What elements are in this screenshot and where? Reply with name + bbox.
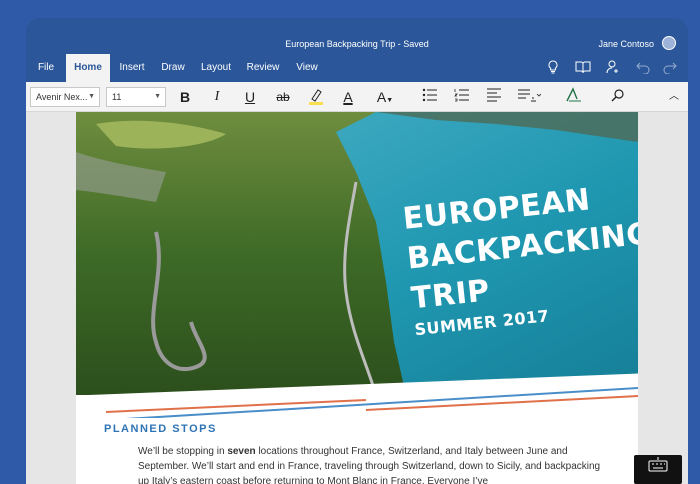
styles-icon[interactable] <box>564 87 584 107</box>
document-title: European Backpacking Trip - Saved <box>285 39 429 49</box>
chevron-down-icon: ▼ <box>154 93 161 100</box>
tab-review[interactable]: Review <box>242 54 284 82</box>
text-style-button[interactable]: A▼ <box>372 87 398 107</box>
body-paragraph[interactable]: We’ll be stopping in seven locations thr… <box>138 444 608 484</box>
document-canvas[interactable]: EUROPEAN BACKPACKING TRIP SUMMER 2017 PL… <box>26 112 688 484</box>
underline-button[interactable]: U <box>240 87 260 107</box>
title-bar: European Backpacking Trip - Saved Jane C… <box>26 18 688 54</box>
search-icon[interactable] <box>608 87 628 107</box>
text-style-label: A <box>376 89 387 105</box>
paragraph-icon[interactable] <box>516 87 542 107</box>
bullets-icon[interactable] <box>420 87 440 107</box>
font-name-combo[interactable]: Avenir Nex... ▼ <box>30 87 100 107</box>
bold-button[interactable]: B <box>175 87 195 107</box>
paragraph-text: We’ll be stopping in <box>138 446 228 457</box>
numbering-icon[interactable] <box>452 87 472 107</box>
tab-insert[interactable]: Insert <box>114 54 150 82</box>
undo-icon[interactable] <box>635 60 651 76</box>
document-page[interactable]: EUROPEAN BACKPACKING TRIP SUMMER 2017 PL… <box>76 112 638 484</box>
ribbon-tabs: File Home Insert Draw Layout Review View <box>26 54 688 82</box>
font-size-value: 11 <box>112 92 122 102</box>
chevron-down-icon: ▼ <box>386 97 394 104</box>
italic-button[interactable]: I <box>207 87 227 107</box>
hero-title: EUROPEAN BACKPACKING TRIP SUMMER 2017 <box>401 174 638 341</box>
font-name-value: Avenir Nex... <box>36 92 88 102</box>
share-person-icon[interactable] <box>605 60 621 76</box>
tab-layout[interactable]: Layout <box>196 54 236 82</box>
highlighter-icon[interactable] <box>306 87 326 107</box>
section-heading: PLANNED STOPS <box>104 423 217 435</box>
redo-icon[interactable] <box>662 60 678 76</box>
collapse-ribbon-icon[interactable]: ︿ <box>664 87 684 107</box>
user-name[interactable]: Jane Contoso <box>598 39 654 49</box>
font-color-button[interactable]: A <box>338 87 358 107</box>
paragraph-bold-text: seven <box>227 446 256 457</box>
lightbulb-icon[interactable] <box>545 60 561 76</box>
font-size-combo[interactable]: 11 ▼ <box>106 87 166 107</box>
tab-file[interactable]: File <box>32 54 60 82</box>
word-window: European Backpacking Trip - Saved Jane C… <box>26 18 688 484</box>
avatar[interactable] <box>662 36 676 50</box>
chevron-down-icon: ▼ <box>88 93 95 100</box>
strikethrough-button[interactable]: ab <box>273 87 293 107</box>
tab-draw[interactable]: Draw <box>156 54 190 82</box>
tab-view[interactable]: View <box>290 54 324 82</box>
decorative-stripes <box>76 373 638 418</box>
align-icon[interactable] <box>484 87 504 107</box>
keyboard-icon[interactable] <box>634 455 682 484</box>
book-icon[interactable] <box>575 60 591 76</box>
tab-home[interactable]: Home <box>66 54 110 82</box>
ribbon-toolbar: Avenir Nex... ▼ 11 ▼ B I U ab A A▼ ︿ <box>26 82 688 112</box>
